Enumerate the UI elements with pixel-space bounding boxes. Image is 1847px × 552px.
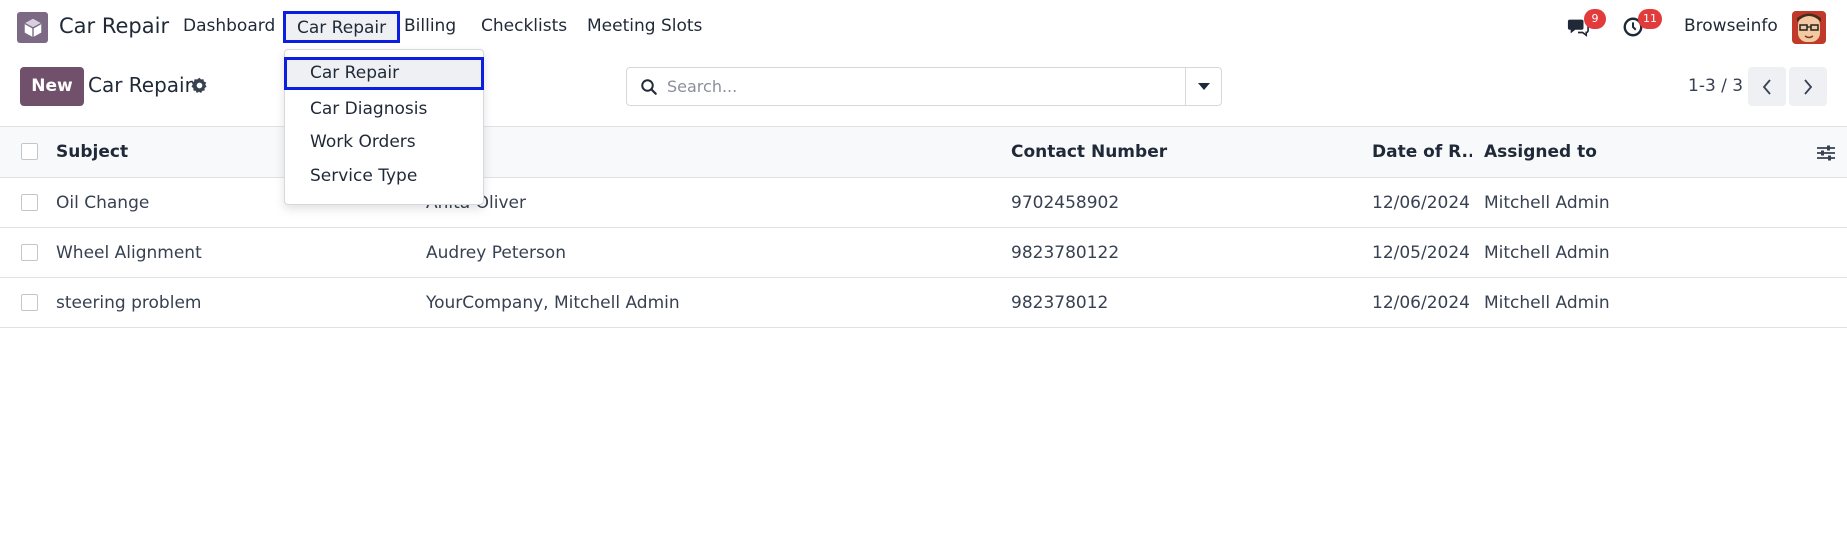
cell-contact-number: 982378012: [1011, 292, 1109, 313]
list-table: Subject Contact Number Date of R... Assi…: [0, 126, 1847, 328]
avatar[interactable]: [1792, 11, 1826, 44]
menu-car-repair[interactable]: Car Repair: [283, 11, 401, 43]
column-header-date[interactable]: Date of R...: [1372, 127, 1472, 177]
company-switcher[interactable]: Browseinfo: [1684, 16, 1778, 36]
cell-date: 12/06/2024: [1372, 192, 1470, 213]
column-header-assigned-to[interactable]: Assigned to: [1484, 127, 1784, 177]
caret-down-icon: [1197, 82, 1210, 90]
top-navbar: Car Repair Dashboard Car Repair Billing …: [0, 0, 1847, 54]
pager-value[interactable]: 1-3 / 3: [1688, 76, 1743, 96]
cell-date: 12/05/2024: [1372, 242, 1470, 263]
user-avatar-icon: [1792, 11, 1826, 44]
breadcrumb: Car Repair: [88, 73, 193, 97]
table-row[interactable]: Oil Change Anita Oliver 9702458902 12/06…: [0, 178, 1847, 228]
cell-assigned-to: Mitchell Admin: [1484, 292, 1610, 313]
row-checkbox[interactable]: [21, 293, 38, 311]
activities-button[interactable]: 11: [1622, 9, 1662, 40]
chevron-right-icon: [1804, 78, 1813, 95]
app-icon[interactable]: [17, 12, 48, 43]
cell-assigned-to: Mitchell Admin: [1484, 192, 1610, 213]
table-row[interactable]: steering problem YourCompany, Mitchell A…: [0, 278, 1847, 328]
cell-customer: Audrey Peterson: [426, 242, 566, 263]
menu-dashboard[interactable]: Dashboard: [183, 16, 275, 36]
column-header-contact-number[interactable]: Contact Number: [1011, 127, 1351, 177]
dropdown-item-car-repair[interactable]: Car Repair: [284, 57, 484, 90]
search-icon: [641, 79, 657, 95]
cell-customer: Anita Oliver: [426, 192, 526, 213]
new-button[interactable]: New: [20, 67, 84, 106]
menu-meeting-slots[interactable]: Meeting Slots: [587, 16, 702, 36]
cell-contact-number: 9823780122: [1011, 242, 1120, 263]
table-header: Subject Contact Number Date of R... Assi…: [0, 127, 1847, 178]
search-options-toggle[interactable]: [1185, 68, 1221, 105]
column-header-customer[interactable]: [426, 127, 986, 177]
dropdown-item-service-type[interactable]: Service Type: [285, 160, 483, 193]
app-name[interactable]: Car Repair: [59, 14, 169, 38]
messages-badge: 9: [1584, 9, 1606, 29]
cell-subject: Wheel Alignment: [56, 242, 202, 263]
chevron-left-icon: [1762, 78, 1771, 95]
select-all-checkbox[interactable]: [21, 143, 38, 160]
cell-subject: steering problem: [56, 292, 202, 313]
cell-date: 12/06/2024: [1372, 292, 1470, 313]
row-checkbox[interactable]: [21, 193, 38, 211]
menu-checklists[interactable]: Checklists: [481, 16, 567, 36]
car-repair-dropdown-menu: Car Repair Car Diagnosis Work Orders Ser…: [284, 49, 484, 205]
gear-icon[interactable]: [191, 77, 208, 94]
cube-icon: [23, 18, 42, 37]
optional-columns-icon[interactable]: [1816, 144, 1836, 162]
cell-customer: YourCompany, Mitchell Admin: [426, 292, 680, 313]
cell-assigned-to: Mitchell Admin: [1484, 242, 1610, 263]
row-checkbox[interactable]: [21, 243, 38, 261]
messages-button[interactable]: 9: [1566, 9, 1606, 40]
table-row[interactable]: Wheel Alignment Audrey Peterson 98237801…: [0, 228, 1847, 278]
activities-badge: 11: [1638, 9, 1662, 29]
menu-billing[interactable]: Billing: [404, 16, 456, 36]
pager-previous-button[interactable]: [1748, 67, 1786, 106]
search-bar: [626, 67, 1222, 106]
pager-next-button[interactable]: [1789, 67, 1827, 106]
search-input[interactable]: [667, 68, 1167, 105]
cell-contact-number: 9702458902: [1011, 192, 1120, 213]
dropdown-item-car-diagnosis[interactable]: Car Diagnosis: [285, 93, 483, 126]
dropdown-item-work-orders[interactable]: Work Orders: [285, 126, 483, 159]
